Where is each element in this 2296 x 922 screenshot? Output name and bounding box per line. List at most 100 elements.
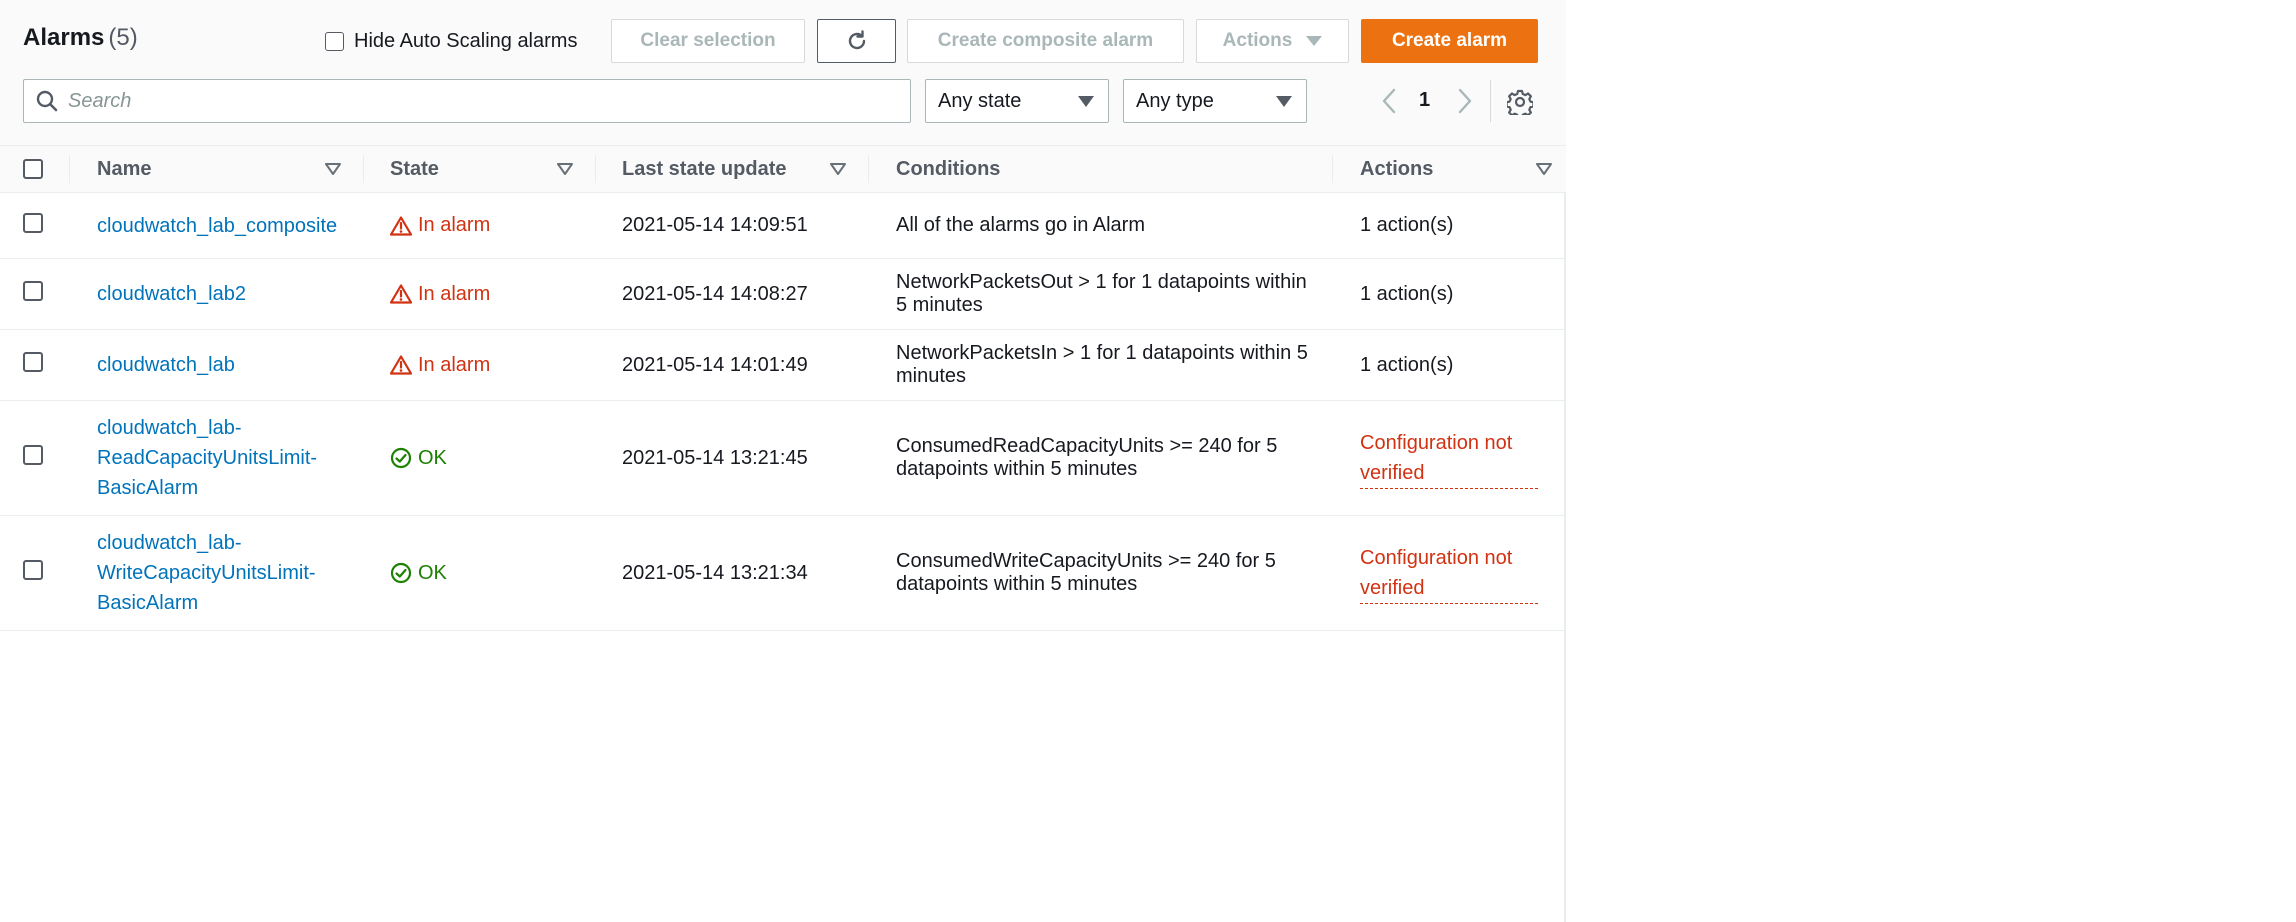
search-box[interactable] <box>23 79 911 123</box>
row-select-checkbox[interactable] <box>23 352 43 372</box>
actions-cell: Configuration not verified <box>1332 400 1566 516</box>
column-header-conditions: Conditions <box>868 146 1332 193</box>
alarm-name-text: cloudwatch_lab- <box>97 417 242 439</box>
caret-down-icon <box>1276 95 1292 107</box>
search-icon <box>36 90 58 112</box>
clear-selection-button[interactable]: Clear selection <box>611 19 805 63</box>
alarm-name-link[interactable]: cloudwatch_lab2 <box>97 279 363 309</box>
table-body: cloudwatch_lab_composite In alarm 2021-05-… <box>0 192 1566 631</box>
table-row[interactable]: cloudwatch_lab- ReadCapacityUnitsLimit- Ba… <box>0 400 1566 516</box>
column-label-name: Name <box>97 157 152 180</box>
last-update-text: 2021-05-14 13:21:45 <box>622 446 808 469</box>
alarm-state-text: OK <box>418 446 447 469</box>
check-circle-icon <box>390 562 412 584</box>
row-select-cell <box>0 400 69 516</box>
actions-text: verified <box>1360 461 1425 484</box>
alarm-name-cell: cloudwatch_lab- ReadCapacityUnitsLimit- Ba… <box>69 400 363 516</box>
column-label-last-update: Last state update <box>622 157 787 180</box>
table-row[interactable]: cloudwatch_lab2 In alarm 2021-05-14 14:08:… <box>0 258 1566 330</box>
caret-down-icon <box>1078 95 1094 107</box>
table-header-row: Name State Last state update Conditions … <box>0 146 1566 193</box>
alarm-name-text: cloudwatch_lab- <box>97 532 242 554</box>
status-badge: In alarm <box>390 214 595 237</box>
table-row[interactable]: cloudwatch_lab- WriteCapacityUnitsLimit- B… <box>0 515 1566 631</box>
state-filter-select[interactable]: Any state <box>925 79 1109 123</box>
alarms-table: Name State Last state update Conditions … <box>0 146 1566 631</box>
conditions-cell: All of the alarms go in Alarm <box>868 192 1332 259</box>
hide-autoscaling-checkbox[interactable] <box>325 32 344 51</box>
table-row[interactable]: cloudwatch_lab In alarm 2021-05-14 14:01:4… <box>0 329 1566 401</box>
sort-icon[interactable] <box>830 163 846 175</box>
condition-text: 5 minutes <box>896 294 983 316</box>
configuration-warning[interactable]: Configuration not verified <box>1360 428 1538 489</box>
select-all-checkbox[interactable] <box>23 159 43 179</box>
actions-dropdown-button[interactable]: Actions <box>1196 19 1349 63</box>
pager-divider <box>1490 80 1491 122</box>
table-row[interactable]: cloudwatch_lab_composite In alarm 2021-05-… <box>0 192 1566 259</box>
column-label-actions: Actions <box>1360 157 1434 180</box>
actions-text: 1 action(s) <box>1360 214 1454 236</box>
row-select-checkbox[interactable] <box>23 212 43 233</box>
last-update-cell: 2021-05-14 14:01:49 <box>595 329 868 401</box>
refresh-icon <box>848 30 865 50</box>
row-select-checkbox[interactable] <box>23 560 43 580</box>
alarm-name-text: cloudwatch_lab_composite <box>97 214 338 237</box>
row-select-cell <box>0 192 69 259</box>
warning-icon <box>390 215 412 236</box>
search-input[interactable] <box>68 89 868 113</box>
type-filter-select[interactable]: Any type <box>1123 79 1307 123</box>
row-select-checkbox[interactable] <box>23 445 43 465</box>
warning-icon <box>390 355 412 375</box>
actions-text: Configuration not <box>1360 546 1513 569</box>
alarm-state-text: In alarm <box>418 214 491 236</box>
create-composite-alarm-button[interactable]: Create composite alarm <box>907 19 1184 63</box>
check-circle-icon <box>390 447 412 469</box>
last-update-cell: 2021-05-14 14:09:51 <box>595 192 868 259</box>
alarm-count: (5) <box>108 24 138 51</box>
row-select-cell <box>0 515 69 631</box>
condition-text: minutes <box>896 365 967 387</box>
alarm-name-link[interactable]: cloudwatch_lab- WriteCapacityUnitsLimit- B… <box>97 528 363 618</box>
create-alarm-button[interactable]: Create alarm <box>1361 19 1538 63</box>
column-header-name[interactable]: Name <box>69 146 363 193</box>
actions-text: 1 action(s) <box>1360 353 1454 376</box>
condition-text: NetworkPacketsIn > 1 for 1 datapoints wi… <box>896 342 1308 364</box>
previous-page-icon[interactable] <box>1381 88 1397 114</box>
alarm-name-link[interactable]: cloudwatch_lab <box>97 350 363 380</box>
alarms-panel: Alarms (5) Hide Auto Scaling alarms Clear… <box>0 0 1566 922</box>
sort-icon[interactable] <box>325 163 341 175</box>
status-badge: OK <box>390 447 595 470</box>
refresh-button[interactable] <box>817 19 896 63</box>
column-header-last-update[interactable]: Last state update <box>595 146 868 193</box>
next-page-icon[interactable] <box>1457 88 1473 114</box>
column-header-state[interactable]: State <box>363 146 595 193</box>
row-select-cell <box>0 258 69 330</box>
column-header-actions[interactable]: Actions <box>1332 146 1566 193</box>
actions-cell: Configuration not verified <box>1332 515 1566 631</box>
sort-icon[interactable] <box>1536 163 1552 175</box>
conditions-cell: ConsumedWriteCapacityUnits >= 240 for 5d… <box>868 515 1332 631</box>
last-update-text: 2021-05-14 14:08:27 <box>622 282 808 305</box>
alarm-name-text: WriteCapacityUnitsLimit- <box>97 562 316 584</box>
last-update-cell: 2021-05-14 14:08:27 <box>595 258 868 330</box>
sort-icon[interactable] <box>557 163 573 175</box>
last-update-cell: 2021-05-14 13:21:34 <box>595 515 868 631</box>
alarm-state-text: In alarm <box>418 282 491 305</box>
last-update-text: 2021-05-14 14:09:51 <box>622 214 808 236</box>
gear-icon[interactable] <box>1507 89 1533 115</box>
status-badge: In alarm <box>390 354 595 377</box>
last-update-cell: 2021-05-14 13:21:45 <box>595 400 868 516</box>
configuration-warning[interactable]: Configuration not verified <box>1360 543 1538 604</box>
conditions-cell: ConsumedReadCapacityUnits >= 240 for 5 da… <box>868 400 1332 516</box>
current-page-number[interactable]: 1 <box>1419 89 1430 112</box>
caret-down-icon <box>1306 36 1323 46</box>
status-badge: OK <box>390 562 595 585</box>
alarm-name-link[interactable]: cloudwatch_lab_composite <box>97 211 363 241</box>
row-select-checkbox[interactable] <box>23 281 43 301</box>
hide-autoscaling-toggle[interactable]: Hide Auto Scaling alarms <box>325 30 577 53</box>
title-text: Alarms <box>23 24 105 51</box>
alarms-header: Alarms (5) Hide Auto Scaling alarms Clear… <box>0 0 1566 146</box>
alarm-name-text: cloudwatch_lab2 <box>97 283 246 305</box>
alarm-name-link[interactable]: cloudwatch_lab- ReadCapacityUnitsLimit- Ba… <box>97 413 363 503</box>
alarm-name-cell: cloudwatch_lab2 <box>69 258 363 330</box>
